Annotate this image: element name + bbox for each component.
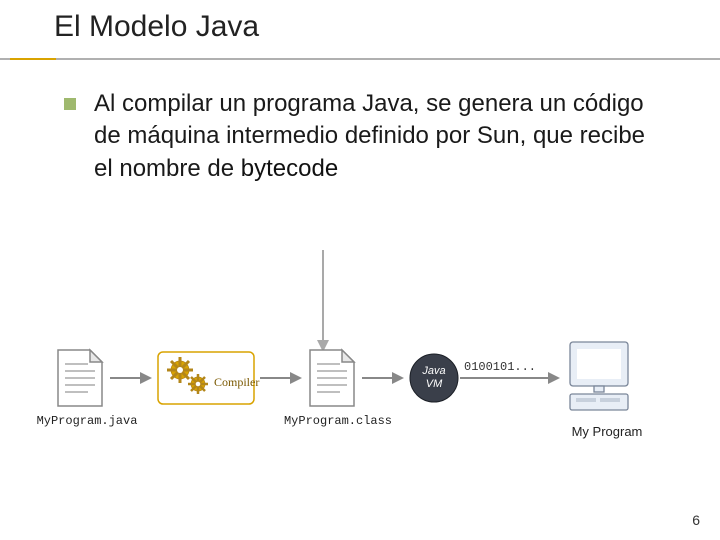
computer-icon	[570, 342, 628, 410]
bullet-text: Al compilar un programa Java, se genera …	[94, 90, 645, 182]
slide-title: El Modelo Java	[54, 10, 259, 44]
java-vm-icon: Java VM	[410, 354, 458, 402]
bitstream-text: 0100101...	[464, 360, 536, 374]
compilation-diagram: Compiler	[40, 330, 680, 505]
bullet-paragraph: Al compilar un programa Java, se genera …	[94, 88, 670, 185]
compiler-label: Compiler	[214, 375, 259, 389]
class-file-icon	[310, 350, 354, 406]
arrow-icon	[260, 372, 302, 384]
vm-label-bottom: VM	[426, 378, 443, 390]
compiler-icon: Compiler	[158, 352, 259, 404]
bullet-emphasis: bytecode	[241, 155, 338, 182]
arrow-icon	[110, 372, 152, 384]
vm-label-top: Java	[421, 365, 445, 377]
source-file-icon	[58, 350, 102, 406]
source-file-label: MyProgram.java	[32, 414, 142, 428]
class-file-label: MyProgram.class	[278, 414, 398, 428]
page-number: 6	[692, 512, 700, 528]
output-label: My Program	[552, 424, 662, 439]
arrow-icon	[362, 372, 404, 384]
